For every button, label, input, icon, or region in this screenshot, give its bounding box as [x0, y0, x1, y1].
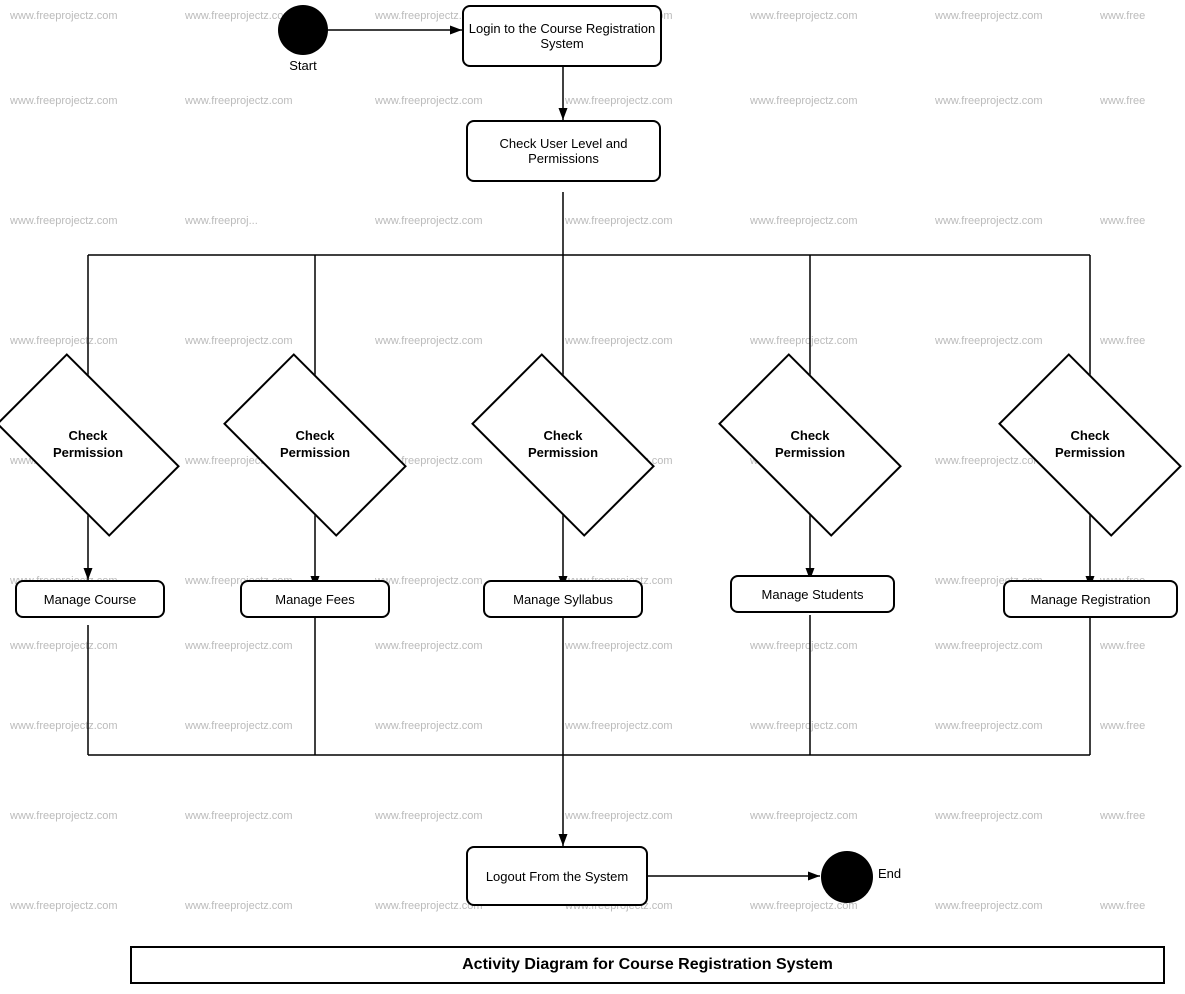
- watermark: www.freeprojectz.com: [565, 215, 673, 227]
- watermark: www.freeprojectz.com: [185, 810, 293, 822]
- check-perm-4-diamond: CheckPermission: [730, 395, 890, 495]
- watermark: www.freeprojectz.com: [185, 900, 293, 912]
- watermark: www.freeprojectz.com: [185, 10, 293, 22]
- logout-box: Logout From the System: [466, 846, 648, 906]
- manage-syllabus-box: Manage Syllabus: [483, 580, 643, 618]
- watermark: www.freeprojectz.com: [935, 900, 1043, 912]
- check-perm-1-diamond: CheckPermission: [8, 395, 168, 495]
- watermark: www.freeprojectz.com: [10, 335, 118, 347]
- watermark: www.freeprojectz.com: [750, 810, 858, 822]
- login-box: Login to the Course Registration System: [462, 5, 662, 67]
- watermark: www.freeprojectz.com: [565, 810, 673, 822]
- watermark: www.free: [1100, 10, 1145, 22]
- watermark: www.freeprojectz.com: [185, 335, 293, 347]
- watermark: www.freeprojectz.com: [750, 10, 858, 22]
- manage-fees-box: Manage Fees: [240, 580, 390, 618]
- watermark: www.freeprojectz.com: [750, 640, 858, 652]
- watermark: www.freeprojectz.com: [375, 95, 483, 107]
- watermark: www.free: [1100, 335, 1145, 347]
- watermark: www.freeprojectz.com: [565, 640, 673, 652]
- watermark: www.free: [1100, 95, 1145, 107]
- watermark: www.freeprojectz.com: [750, 95, 858, 107]
- check-perm-2-diamond: CheckPermission: [235, 395, 395, 495]
- watermark: www.freeprojectz.com: [375, 215, 483, 227]
- watermark: www.freeprojectz.com: [375, 810, 483, 822]
- watermark: www.freeprojectz.com: [750, 215, 858, 227]
- watermark: www.freeproj...: [185, 215, 258, 227]
- watermark: www.freeprojectz.com: [10, 640, 118, 652]
- watermark: www.freeprojectz.com: [565, 95, 673, 107]
- watermark: www.freeprojectz.com: [935, 215, 1043, 227]
- diagram: www.freeprojectz.com www.freeprojectz.co…: [0, 0, 1185, 994]
- end-label: End: [878, 866, 901, 881]
- manage-course-box: Manage Course: [15, 580, 165, 618]
- watermark: www.freeprojectz.com: [935, 10, 1043, 22]
- watermark: www.freeprojectz.com: [750, 720, 858, 732]
- watermark: www.freeprojectz.com: [375, 720, 483, 732]
- check-perm-5-diamond: CheckPermission: [1010, 395, 1170, 495]
- watermark: www.free: [1100, 720, 1145, 732]
- watermark: www.freeprojectz.com: [10, 900, 118, 912]
- watermark: www.free: [1100, 810, 1145, 822]
- watermark: www.freeprojectz.com: [10, 810, 118, 822]
- watermark: www.freeprojectz.com: [375, 575, 483, 587]
- watermark: www.freeprojectz.com: [185, 720, 293, 732]
- watermark: www.freeprojectz.com: [935, 720, 1043, 732]
- watermark: www.freeprojectz.com: [565, 720, 673, 732]
- watermark: www.freeprojectz.com: [10, 95, 118, 107]
- start-label: Start: [278, 58, 328, 73]
- watermark: www.freeprojectz.com: [935, 95, 1043, 107]
- watermark: www.freeprojectz.com: [935, 640, 1043, 652]
- manage-students-box: Manage Students: [730, 575, 895, 613]
- watermark: www.freeprojectz.com: [185, 95, 293, 107]
- watermark: www.freeprojectz.com: [375, 335, 483, 347]
- watermark: www.free: [1100, 215, 1145, 227]
- watermark: www.freeprojectz.com: [10, 10, 118, 22]
- start-node: [278, 5, 328, 55]
- watermark: www.freeprojectz.com: [935, 810, 1043, 822]
- watermark: www.freeprojectz.com: [10, 720, 118, 732]
- check-perm-3-diamond: CheckPermission: [483, 395, 643, 495]
- watermark: www.freeprojectz.com: [10, 215, 118, 227]
- watermark: www.free: [1100, 900, 1145, 912]
- check-permissions-box: Check User Level and Permissions: [466, 120, 661, 182]
- watermark: www.freeprojectz.com: [565, 335, 673, 347]
- watermark: www.free: [1100, 640, 1145, 652]
- end-node: [821, 851, 873, 903]
- watermark: www.freeprojectz.com: [185, 640, 293, 652]
- watermark: www.freeprojectz.com: [750, 335, 858, 347]
- watermark: www.freeprojectz.com: [375, 640, 483, 652]
- manage-registration-box: Manage Registration: [1003, 580, 1178, 618]
- diagram-caption: Activity Diagram for Course Registration…: [130, 946, 1165, 984]
- watermark: www.freeprojectz.com: [935, 335, 1043, 347]
